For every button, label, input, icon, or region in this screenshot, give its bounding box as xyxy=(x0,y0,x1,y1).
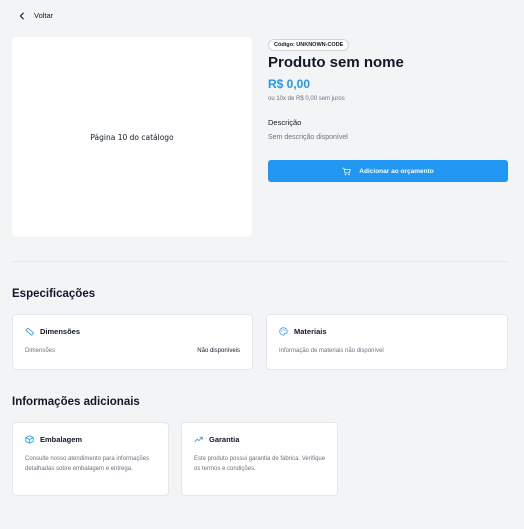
trending-up-icon xyxy=(194,436,203,443)
warranty-text: Este produto possui garantia de fábrica.… xyxy=(194,456,326,472)
box-icon xyxy=(25,435,34,444)
product-price: R$ 0,00 xyxy=(268,77,311,91)
warranty-card: Garantia Este produto possui garantia de… xyxy=(181,422,338,496)
specs-section-title: Especificações xyxy=(12,288,96,300)
dimensions-row-value: Não disponíveis xyxy=(197,348,240,354)
packaging-card-title: Embalagem xyxy=(40,435,83,444)
description-heading: Descrição xyxy=(268,118,302,127)
back-link[interactable]: Voltar xyxy=(18,11,53,20)
dimensions-card-title: Dimensões xyxy=(40,327,81,336)
back-label: Voltar xyxy=(34,11,54,20)
warranty-card-title: Garantia xyxy=(209,435,240,444)
product-code-badge: Código: UNKNOWN-CODE xyxy=(268,39,350,51)
description-text: Sem descrição disponível xyxy=(268,134,348,141)
installments-text: ou 10x de R$ 0,00 sem juros xyxy=(268,96,345,102)
add-to-quote-label: Adicionar ao orçamento xyxy=(359,167,434,175)
packaging-text: Consulte nosso atendimento para informaç… xyxy=(25,456,150,472)
packaging-card: Embalagem Consulte nosso atendimento par… xyxy=(12,422,169,496)
chevron-left-icon xyxy=(19,12,24,19)
palette-icon xyxy=(279,327,288,336)
section-divider xyxy=(12,261,508,262)
materials-text: Informação de materiais não disponível xyxy=(279,348,384,354)
image-caption: Página 10 do catálogo xyxy=(90,132,174,142)
product-title: Produto sem nome xyxy=(268,54,404,71)
dimensions-card: Dimensões Dimensões Não disponíveis xyxy=(12,314,253,370)
cart-icon xyxy=(342,167,351,175)
ruler-icon xyxy=(25,328,34,336)
product-image: Página 10 do catálogo xyxy=(12,37,252,237)
dimensions-row-label: Dimensões xyxy=(25,348,56,354)
materials-card-title: Materiais xyxy=(294,327,327,336)
add-to-quote-button[interactable]: Adicionar ao orçamento xyxy=(268,160,508,182)
materials-card: Materiais Informação de materiais não di… xyxy=(266,314,508,370)
additional-section-title: Informações adicionais xyxy=(12,396,140,408)
